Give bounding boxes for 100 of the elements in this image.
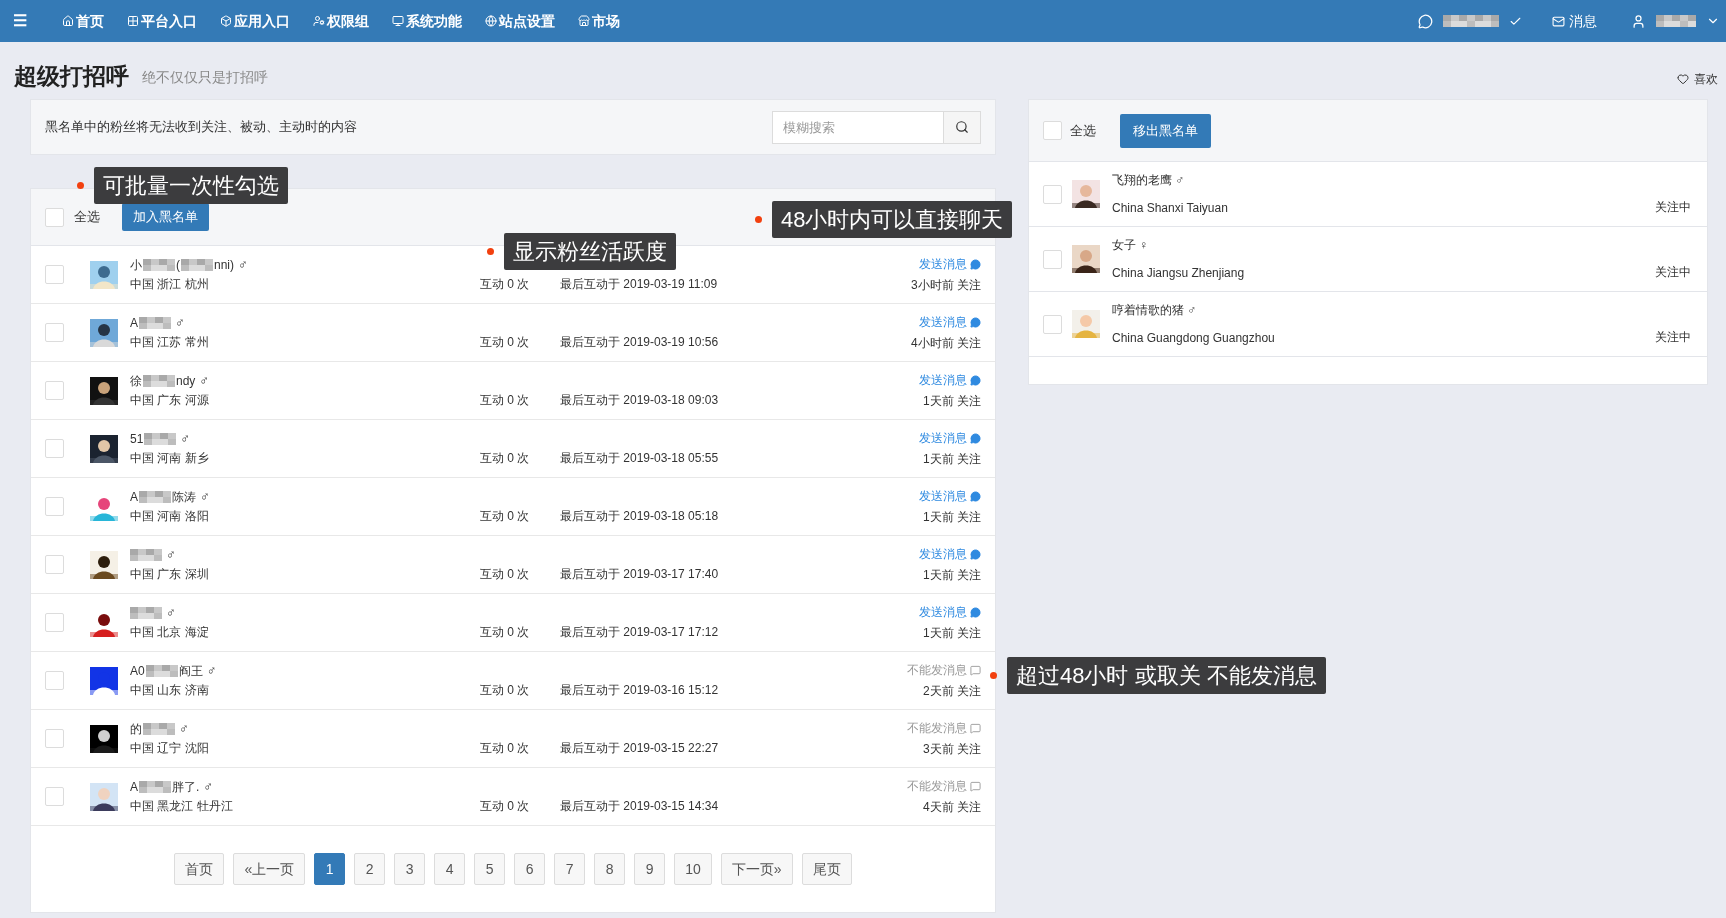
follow-time: 4天前 关注 — [923, 799, 981, 816]
pagination-button[interactable]: 首页 — [174, 853, 225, 885]
fan-name: 小 — [130, 256, 142, 274]
interaction-count: 互动 0 次 — [480, 797, 531, 815]
checkbox[interactable] — [45, 265, 64, 284]
chat-bubble-icon — [970, 374, 981, 386]
menu-button[interactable]: ☰ — [0, 9, 40, 33]
pagination-button[interactable]: 9 — [634, 853, 666, 885]
pagination-button[interactable]: 8 — [594, 853, 626, 885]
checkbox[interactable] — [1043, 184, 1062, 204]
like-link[interactable]: 喜欢 — [1677, 70, 1718, 88]
annotation-callout: 48小时内可以直接聊天 — [772, 201, 1013, 238]
follow-time: 4小时前 关注 — [911, 335, 981, 352]
pagination-button[interactable]: 尾页 — [801, 853, 852, 885]
fan-name: 的 — [130, 720, 142, 738]
send-message-link[interactable]: 发送消息 — [919, 429, 981, 447]
send-message-link[interactable]: 发送消息 — [919, 603, 981, 621]
checkbox[interactable] — [45, 323, 64, 342]
fan-name: 女子 ♀ — [1112, 237, 1150, 254]
follow-time: 1天前 关注 — [923, 625, 981, 642]
checkbox[interactable] — [1043, 121, 1062, 140]
last-interaction-time: 最后互动于 2019-03-18 05:55 — [560, 449, 719, 467]
follow-status: 关注中 — [1655, 199, 1691, 216]
pagination-button[interactable]: 4 — [434, 853, 466, 885]
checkbox[interactable] — [45, 439, 64, 458]
follow-time: 2天前 关注 — [923, 683, 981, 700]
follow-time: 3小时前 关注 — [911, 277, 981, 294]
checkbox[interactable] — [45, 207, 64, 227]
search-field[interactable]: 模糊搜索 — [772, 110, 944, 144]
chat-bubble-icon — [970, 490, 981, 502]
nav-icon — [62, 15, 74, 27]
fan-name: 51 — [130, 430, 144, 448]
remove-from-blacklist-button[interactable]: 移出黑名单 — [1120, 113, 1211, 148]
nav-link[interactable]: 站点设置 — [485, 10, 555, 32]
chat-bubble-icon — [970, 606, 981, 618]
checkbox[interactable] — [45, 381, 64, 400]
checkbox[interactable] — [45, 555, 64, 574]
follow-time: 1天前 关注 — [923, 451, 981, 468]
send-message-link[interactable]: 发送消息 — [919, 487, 981, 505]
fan-location: China Jiangsu Zhenjiang — [1112, 265, 1245, 282]
pagination-button[interactable]: 10 — [674, 853, 712, 885]
nav-icon — [313, 15, 325, 27]
pagination-button[interactable]: 2 — [354, 853, 386, 885]
last-interaction-time: 最后互动于 2019-03-18 09:03 — [560, 391, 719, 409]
fan-name: ( — [176, 256, 180, 274]
checkbox[interactable] — [45, 729, 64, 748]
interaction-count: 互动 0 次 — [480, 681, 531, 699]
checkbox[interactable] — [45, 497, 64, 516]
nav-icon — [578, 15, 590, 27]
search-button[interactable] — [944, 110, 981, 144]
interaction-count: 互动 0 次 — [480, 623, 531, 641]
fan-location: China Shanxi Taiyuan — [1112, 200, 1228, 217]
last-interaction-time: 最后互动于 2019-03-15 14:34 — [560, 797, 719, 815]
checkbox[interactable] — [45, 671, 64, 690]
mail-icon — [1552, 14, 1565, 28]
pagination-button[interactable]: 3 — [394, 853, 426, 885]
gender-symbol: ♂ — [175, 313, 185, 332]
nav-link[interactable]: 系统功能 — [392, 10, 462, 32]
fan-location: 中国 江苏 常州 — [130, 333, 210, 351]
send-message-link[interactable]: 发送消息 — [919, 255, 981, 273]
mosaic-icon — [181, 256, 213, 273]
nav-link[interactable]: 市场 — [578, 10, 620, 32]
mosaic-icon — [1656, 13, 1696, 29]
fan-location: 中国 黑龙江 牡丹江 — [130, 797, 234, 815]
pagination-button[interactable]: 7 — [554, 853, 586, 885]
annotation-callout: 显示粉丝活跃度 — [504, 233, 676, 270]
messages-link[interactable]: 消息 — [1552, 10, 1597, 32]
checkbox[interactable] — [45, 613, 64, 632]
interaction-count: 互动 0 次 — [480, 391, 531, 409]
nav-link[interactable]: 应用入口 — [220, 10, 290, 32]
gender-symbol: ♂ — [166, 603, 176, 622]
add-to-blacklist-button[interactable]: 加入黑名单 — [122, 203, 209, 231]
send-message-link[interactable]: 发送消息 — [919, 371, 981, 389]
last-interaction-time: 最后互动于 2019-03-18 05:18 — [560, 507, 719, 525]
fan-location: 中国 河南 新乡 — [130, 449, 210, 467]
send-message-link[interactable]: 发送消息 — [919, 545, 981, 563]
checkbox[interactable] — [1043, 249, 1062, 269]
pagination-button[interactable]: 5 — [474, 853, 506, 885]
checkbox[interactable] — [45, 787, 64, 806]
fan-name: 徐 — [130, 372, 142, 390]
send-message-link[interactable]: 发送消息 — [919, 313, 981, 331]
fan-name: A0 — [130, 662, 145, 680]
pagination-button[interactable]: 1 — [314, 853, 346, 885]
last-interaction-time: 最后互动于 2019-03-15 22:27 — [560, 739, 719, 757]
mosaic-icon — [130, 546, 162, 563]
chat-bubble-icon — [970, 722, 981, 734]
no-message-text: 不能发消息 — [907, 720, 967, 737]
fan-location: 中国 河南 洛阳 — [130, 507, 210, 525]
nav-link[interactable]: 首页 — [62, 10, 104, 32]
nav-link[interactable]: 权限组 — [313, 10, 369, 32]
chat-icon — [1418, 13, 1433, 29]
pagination-button[interactable]: 下一页» — [720, 853, 793, 885]
pagination-button[interactable]: «上一页 — [233, 853, 306, 885]
mosaic-icon — [1443, 13, 1499, 29]
pagination-button[interactable]: 6 — [514, 853, 546, 885]
checkbox[interactable] — [1043, 314, 1062, 334]
no-message-text: 不能发消息 — [907, 662, 967, 679]
search-icon — [955, 120, 969, 134]
nav-link[interactable]: 平台入口 — [127, 10, 197, 32]
fan-name: 陈涛 — [172, 488, 196, 506]
